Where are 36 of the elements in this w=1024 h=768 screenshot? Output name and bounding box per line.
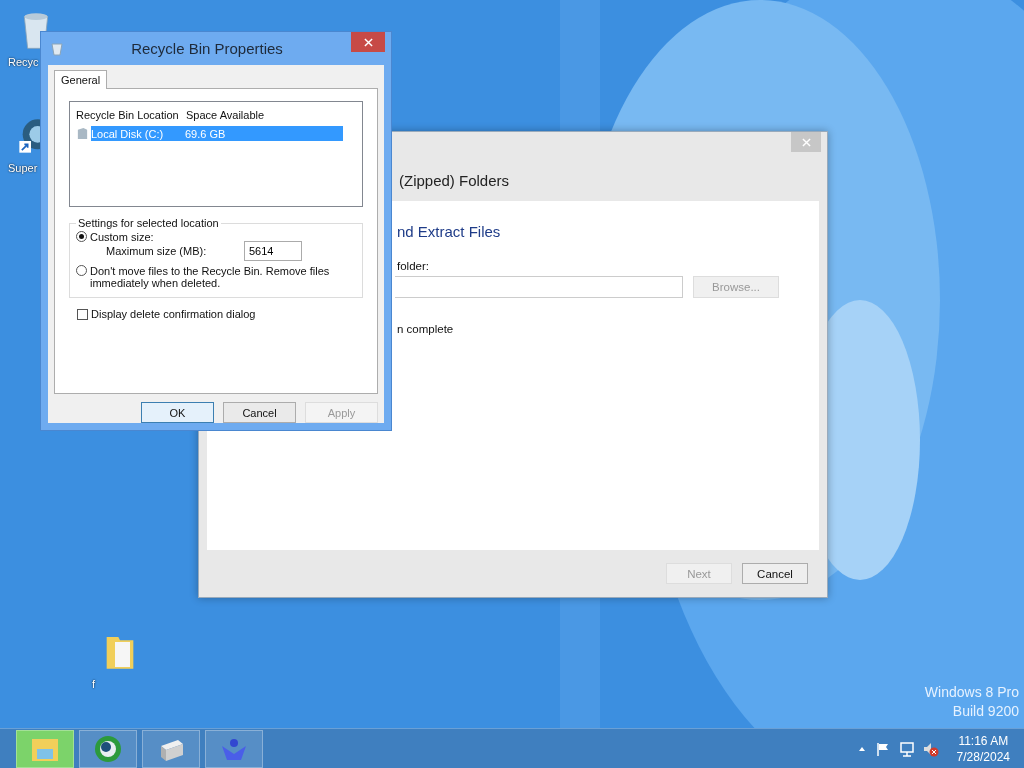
network-icon[interactable] xyxy=(898,740,915,757)
wizard-button[interactable]: Cancel xyxy=(742,563,808,584)
dialog-title: Recycle Bin Properties xyxy=(130,40,284,57)
os-version-text: Build 9200 xyxy=(952,703,1019,719)
column-header[interactable]: Space Available xyxy=(186,109,265,121)
checkbox-label[interactable]: Display delete confirmation dialog xyxy=(91,308,256,320)
radio-label[interactable]: Custom size: xyxy=(90,231,330,243)
location-cell-text: Local Disk (C:) xyxy=(91,127,165,140)
clock[interactable]: 11:16 AM 7/28/2024 xyxy=(956,733,1010,764)
dialog-button[interactable]: Cancel xyxy=(223,402,296,423)
radio-button[interactable] xyxy=(76,265,87,276)
folder-field[interactable] xyxy=(395,276,683,298)
clock-time: 11:16 AM xyxy=(958,733,1009,748)
option-label: n complete xyxy=(397,323,455,335)
dialog-button[interactable]: OK xyxy=(141,402,214,423)
wizard-title: (Zipped) Folders xyxy=(399,172,511,189)
close-icon xyxy=(801,137,811,147)
os-version-text: Windows 8 Pro xyxy=(924,684,1019,700)
column-header[interactable]: Recycle Bin Location xyxy=(76,109,186,121)
max-size-label: Maximum size (MB): xyxy=(106,245,208,257)
taskbar-button[interactable] xyxy=(79,729,137,768)
space-cell: 69.6 GB xyxy=(185,127,226,140)
radio-label[interactable]: Don't move files to the Recycle Bin. Remove files immediately when deleted. xyxy=(90,265,330,289)
globe-icon xyxy=(93,733,123,764)
close-icon xyxy=(363,37,373,47)
max-size-field[interactable]: 5614 xyxy=(244,241,302,261)
checkbox[interactable] xyxy=(77,308,88,320)
general-tab[interactable]: General xyxy=(54,70,108,89)
wizard-heading: nd Extract Files xyxy=(397,223,502,240)
flag-icon[interactable] xyxy=(874,740,891,757)
taskbar-button[interactable] xyxy=(142,729,200,768)
folder-label: folder: xyxy=(397,260,430,272)
close-button[interactable] xyxy=(351,32,385,52)
clock-date: 7/28/2024 xyxy=(956,749,1010,764)
radio-button[interactable] xyxy=(76,231,87,242)
group-label: Settings for selected location xyxy=(77,217,220,229)
